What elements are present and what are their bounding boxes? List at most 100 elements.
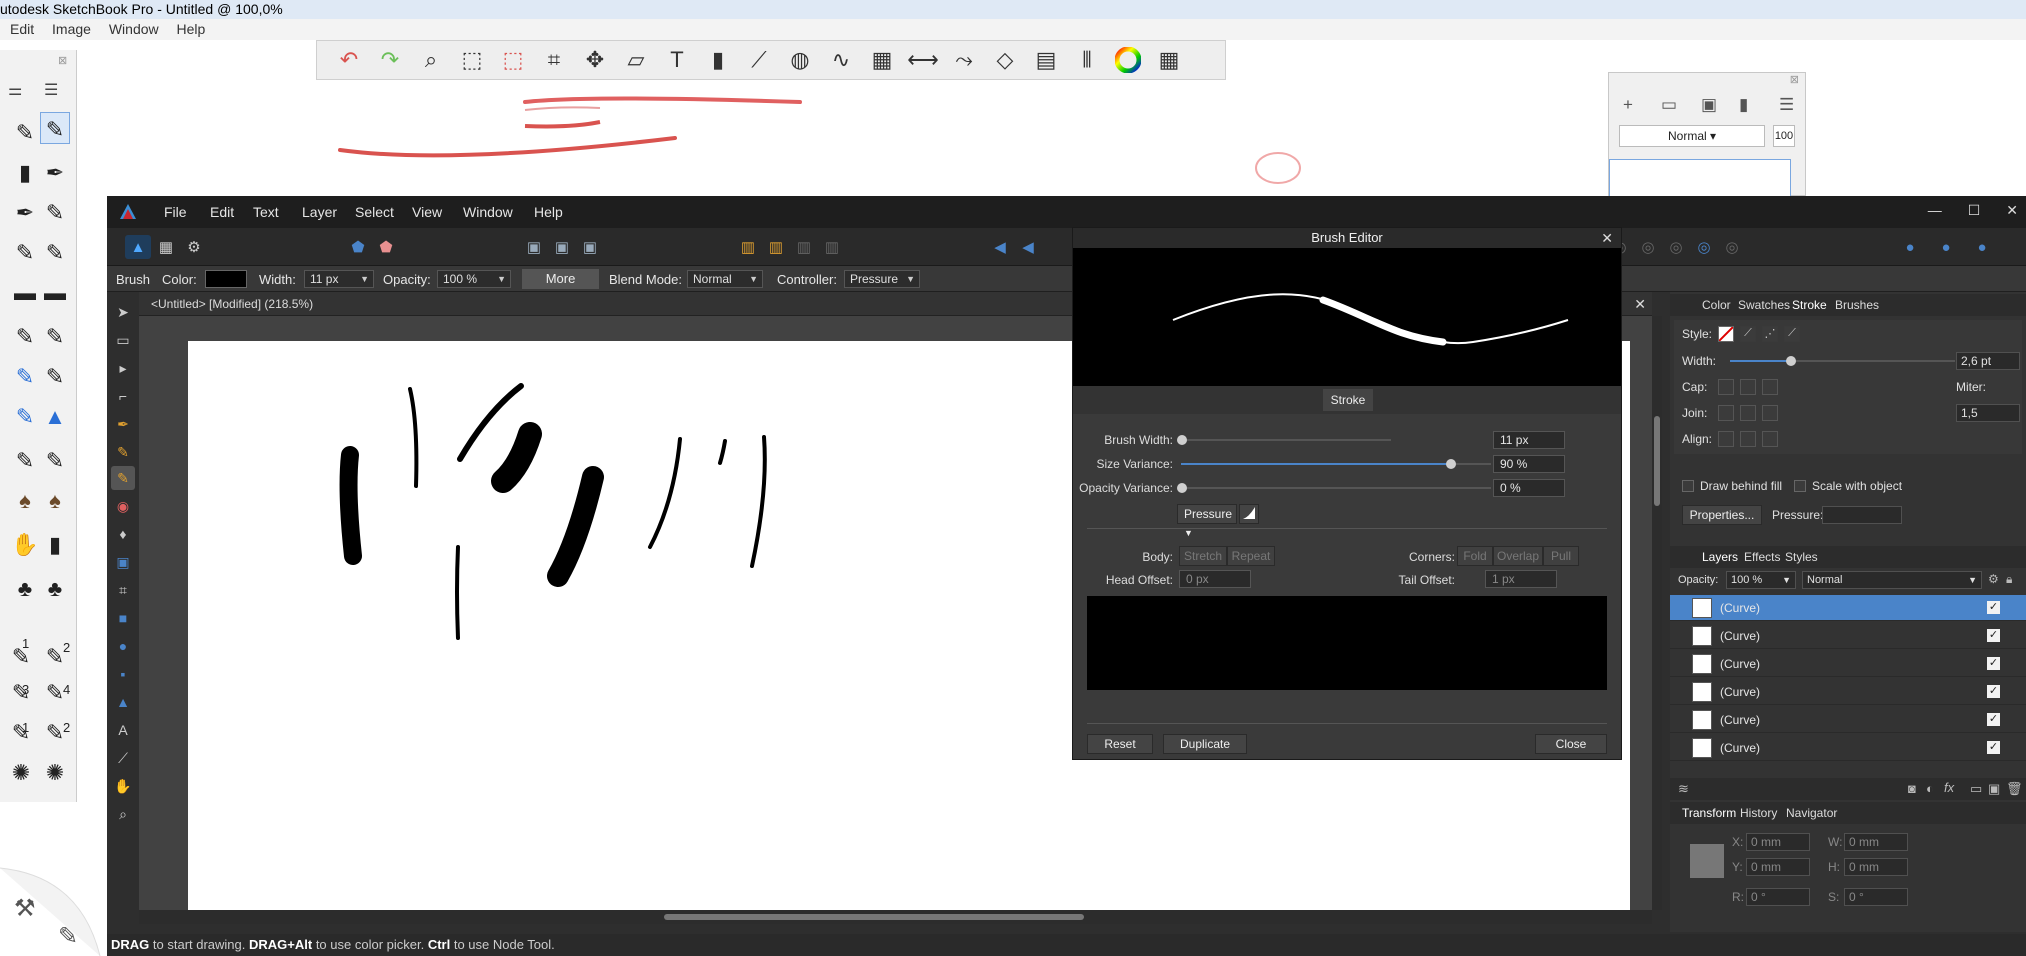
sb-menu-help[interactable]: Help <box>177 21 206 37</box>
scale-with-object-checkbox[interactable] <box>1794 480 1806 492</box>
sb-layer-thumbnail[interactable] <box>1609 159 1791 199</box>
layer-row[interactable]: (Curve) ✓ <box>1670 595 2026 621</box>
image-icon[interactable]: ▣ <box>1701 95 1717 115</box>
perspective-icon[interactable]: ▦ <box>866 45 898 75</box>
menu-text[interactable]: Text <box>253 204 279 220</box>
layer-visible-checkbox[interactable]: ✓ <box>1987 629 2000 642</box>
pixel-persona-icon[interactable]: ▦ <box>153 235 179 259</box>
brush-grey-icon[interactable]: ✎ <box>40 358 70 390</box>
shapes-icon[interactable]: ◇ <box>989 45 1021 75</box>
ctx-more-button[interactable]: More <box>522 269 599 289</box>
style-solid-icon[interactable]: ⟋ <box>1740 326 1756 342</box>
sb-menu-image[interactable]: Image <box>52 21 91 37</box>
brush-felt2-icon[interactable]: ✎ <box>40 318 70 350</box>
join-miter-icon[interactable] <box>1718 405 1734 421</box>
brush-blue2-icon[interactable]: ✎ <box>10 398 40 430</box>
copic-icon[interactable]: ▤ <box>1030 45 1062 75</box>
align-center-icon[interactable] <box>1718 431 1734 447</box>
boolean-subtract-icon[interactable]: ◎ <box>1635 235 1661 259</box>
close-button[interactable]: Close <box>1535 734 1607 754</box>
insert-inside-icon[interactable]: ● <box>1897 235 1923 259</box>
ellipse-tool-icon[interactable]: ● <box>111 634 135 658</box>
layer-row[interactable]: (Curve) ✓ <box>1670 651 2026 677</box>
rounded-rect-tool-icon[interactable]: ▪ <box>111 662 135 686</box>
head-offset-field[interactable]: 0 px <box>1179 570 1251 588</box>
pencil-tool-icon[interactable]: ✎ <box>111 440 135 464</box>
join-bevel-icon[interactable] <box>1762 405 1778 421</box>
brush-bristle-icon[interactable]: ♠ <box>10 482 40 514</box>
style-none-icon[interactable] <box>1718 326 1734 342</box>
opacity-variance-knob[interactable] <box>1177 483 1187 493</box>
opacity-variance-slider[interactable] <box>1181 487 1491 489</box>
body-stretch-button[interactable]: Stretch <box>1179 546 1227 566</box>
vertical-scroll-thumb[interactable] <box>1654 416 1660 506</box>
arrange-front-icon[interactable]: ▥ <box>763 235 789 259</box>
ctx-color-swatch[interactable] <box>205 270 247 288</box>
y-field[interactable]: 0 mm <box>1746 858 1810 876</box>
snapping-icon[interactable]: ⬟ <box>373 235 399 259</box>
insert-behind-icon[interactable]: ● <box>1933 235 1959 259</box>
undo-icon[interactable]: ↶ <box>333 45 365 75</box>
layer-row[interactable]: (Curve) ✓ <box>1670 735 2026 761</box>
brush-width-knob[interactable] <box>1177 435 1187 445</box>
brush-bristle2-icon[interactable]: ♠ <box>40 482 70 514</box>
pen-tool-icon[interactable]: ✒ <box>111 412 135 436</box>
brush-small5-icon[interactable]: ✎ <box>6 714 36 746</box>
arrange-backward-icon[interactable]: ▥ <box>819 235 845 259</box>
designer-persona-icon[interactable]: ▲ <box>125 235 151 259</box>
minimize-icon[interactable]: — <box>1928 202 1942 219</box>
transparency-tool-icon[interactable]: ♦ <box>111 522 135 546</box>
triangle-tool-icon[interactable]: ▲ <box>111 690 135 714</box>
sb-palette-close-icon[interactable]: ⊠ <box>58 54 67 67</box>
brush-small3-icon[interactable]: ✎ <box>6 674 36 706</box>
size-variance-knob[interactable] <box>1446 459 1456 469</box>
sketchbook-lagoon-menu[interactable]: ⚒ ✎ <box>0 856 110 956</box>
redo-icon[interactable]: ↷ <box>374 45 406 75</box>
ellipse-guide-icon[interactable]: ◍ <box>784 45 816 75</box>
move-tool-icon[interactable]: ➤ <box>111 300 135 324</box>
color-picker-tool-icon[interactable]: ⟋ <box>111 746 135 770</box>
cap-round-icon[interactable] <box>1740 379 1756 395</box>
align-inside-icon[interactable] <box>1740 431 1756 447</box>
corners-fold-button[interactable]: Fold <box>1457 546 1493 566</box>
style-brush-icon[interactable]: ⟋ <box>1784 326 1800 342</box>
place-image-tool-icon[interactable]: ▣ <box>111 550 135 574</box>
boolean-combine-icon[interactable]: ◎ <box>1719 235 1745 259</box>
ctx-controller-select[interactable]: Pressure ▼ <box>844 270 920 288</box>
h-field[interactable]: 0 mm <box>1844 858 1908 876</box>
brush-ink-icon[interactable]: ✒ <box>10 194 40 226</box>
arrange-forward-icon[interactable]: ▥ <box>791 235 817 259</box>
layers-stack-icon[interactable]: ≋ <box>1678 781 1689 797</box>
brush-round-icon[interactable]: ✎ <box>10 442 40 474</box>
close-window-icon[interactable]: ✕ <box>2006 202 2018 219</box>
menu-view[interactable]: View <box>412 204 442 220</box>
brush-blender-icon[interactable]: ▮ <box>40 526 70 558</box>
horizontal-scrollbar[interactable] <box>139 910 1652 924</box>
delete-layer-icon[interactable]: 🗑︎ <box>2006 781 2023 797</box>
tab-swatches[interactable]: Swatches <box>1738 298 1790 312</box>
shear-field[interactable]: 0 ° <box>1844 888 1908 906</box>
horizontal-scroll-thumb[interactable] <box>664 914 1084 920</box>
lasso-icon[interactable]: ⬚ <box>497 45 529 75</box>
document-close-icon[interactable]: ✕ <box>1634 292 1646 316</box>
fill-tool-icon[interactable]: ◉ <box>111 494 135 518</box>
brush-ballpoint-icon[interactable]: ✎ <box>10 234 40 266</box>
zoom-tool-icon[interactable]: ⌕ <box>111 802 135 826</box>
arrange-back-icon[interactable]: ▥ <box>735 235 761 259</box>
tail-offset-field[interactable]: 1 px <box>1485 570 1557 588</box>
cap-butt-icon[interactable] <box>1718 379 1734 395</box>
transform-origin-icon[interactable]: ▣ <box>521 235 547 259</box>
menu-file[interactable]: File <box>164 204 187 220</box>
vertical-scrollbar[interactable] <box>1652 316 1662 910</box>
brush-chisel-icon[interactable]: ▬ <box>40 274 70 306</box>
sb-layers-close-icon[interactable]: ⊠ <box>1790 73 1799 86</box>
brush-airbrush-icon[interactable]: ▲ <box>40 398 70 430</box>
fx-icon[interactable]: fx <box>1944 780 1954 795</box>
stroke-icon[interactable]: ⤳ <box>948 45 980 75</box>
menu-window[interactable]: Window <box>463 204 513 220</box>
text-tool-icon[interactable]: A <box>111 718 135 742</box>
crop-tool-icon[interactable]: ⌗ <box>111 578 135 602</box>
layer-row[interactable]: (Curve) ✓ <box>1670 623 2026 649</box>
tab-history[interactable]: History <box>1740 806 1777 820</box>
layer-row[interactable]: (Curve) ✓ <box>1670 679 2026 705</box>
